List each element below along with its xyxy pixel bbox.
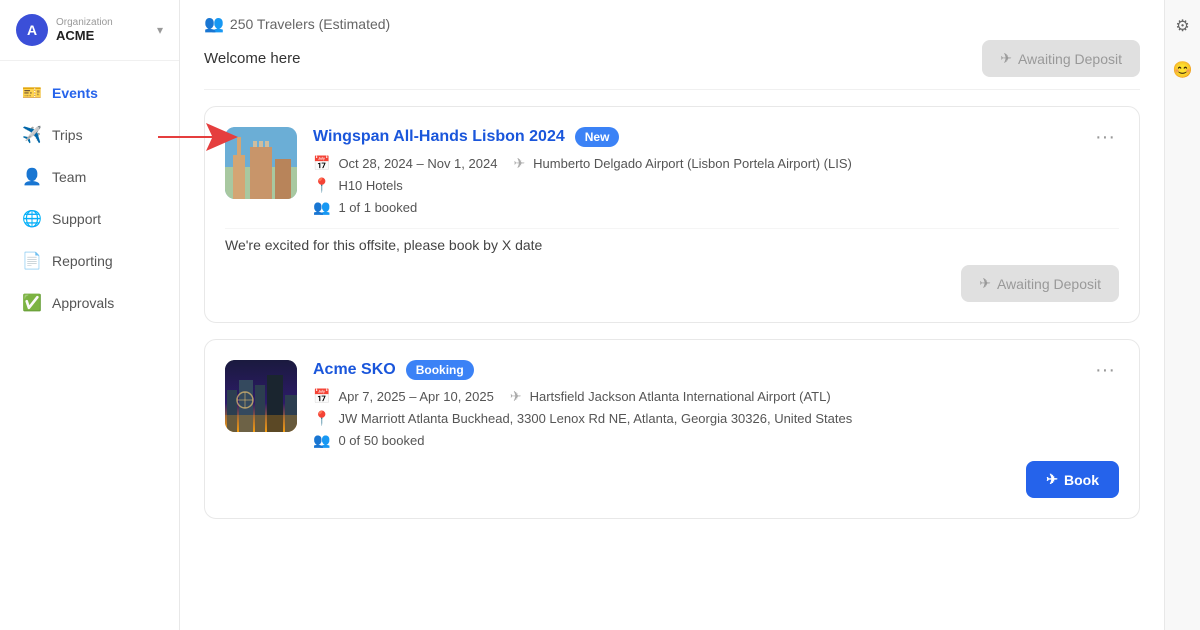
people-icon-wingspan: 👥	[313, 199, 330, 216]
org-info: Organization ACME	[56, 17, 113, 43]
trips-icon: ✈️	[22, 125, 42, 145]
event-badge-acmesko: Booking	[406, 360, 474, 380]
event-title-wingspan: Wingspan All-Hands Lisbon 2024	[313, 128, 565, 146]
right-sidebar: ⚙ 😊	[1164, 0, 1200, 630]
book-plane-icon: ✈	[1046, 471, 1058, 488]
event-meta-acmesko: 📅 Apr 7, 2025 – Apr 10, 2025 ✈ Hartsfiel…	[313, 388, 1075, 449]
location-icon-wingspan: 📍	[313, 177, 330, 194]
org-avatar: A	[16, 14, 48, 46]
calendar-icon-acmesko: 📅	[313, 388, 330, 405]
event-hotel-acmesko: JW Marriott Atlanta Buckhead, 3300 Lenox…	[338, 411, 852, 426]
sidebar-item-approvals[interactable]: ✅ Approvals	[6, 283, 173, 323]
sidebar-item-trips[interactable]: ✈️ Trips	[6, 115, 173, 155]
grid-icon[interactable]: ⚙	[1169, 12, 1197, 40]
event-details-acmesko: Acme SKO Booking 📅 Apr 7, 2025 – Apr 10,…	[313, 360, 1075, 449]
event-cta-acmesko[interactable]: ✈ Book	[1026, 461, 1119, 498]
sidebar-item-trips-label: Trips	[52, 127, 83, 143]
org-label: Organization	[56, 17, 113, 28]
chevron-down-icon: ▾	[157, 23, 163, 37]
sidebar-item-team[interactable]: 👤 Team	[6, 157, 173, 197]
plane-icon-acmesko: ✈	[510, 388, 522, 405]
more-options-button-acmesko[interactable]: ···	[1091, 360, 1119, 380]
event-badge-wingspan: New	[575, 127, 620, 147]
awaiting-deposit-button[interactable]: ✈ Awaiting Deposit	[982, 40, 1140, 77]
event-booked-wingspan: 1 of 1 booked	[338, 200, 417, 215]
sidebar-item-events-label: Events	[52, 85, 98, 101]
team-icon: 👤	[22, 167, 42, 187]
event-dates-acmesko: Apr 7, 2025 – Apr 10, 2025	[338, 389, 493, 404]
event-card-wingspan: Wingspan All-Hands Lisbon 2024 New 📅 Oct…	[204, 106, 1140, 323]
welcome-text: Welcome here	[204, 50, 300, 67]
people-icon-acmesko: 👥	[313, 432, 330, 449]
awaiting-deposit-label: Awaiting Deposit	[1018, 51, 1122, 67]
reporting-icon: 📄	[22, 251, 42, 271]
sidebar-item-support-label: Support	[52, 211, 101, 227]
event-cta-label-wingspan: Awaiting Deposit	[997, 276, 1101, 292]
sidebar-item-support[interactable]: 🌐 Support	[6, 199, 173, 239]
cta-plane-icon: ✈	[979, 275, 991, 292]
event-dates-wingspan: Oct 28, 2024 – Nov 1, 2024	[338, 156, 497, 171]
event-image-acmesko	[225, 360, 297, 432]
org-name: ACME	[56, 28, 113, 43]
event-title-acmesko: Acme SKO	[313, 361, 396, 379]
emoji-icon[interactable]: 😊	[1169, 56, 1197, 84]
sidebar: A Organization ACME ▾ 🎫 Events ✈️ Trips …	[0, 0, 180, 630]
event-meta-wingspan: 📅 Oct 28, 2024 – Nov 1, 2024 ✈ Humberto …	[313, 155, 1075, 216]
org-selector[interactable]: A Organization ACME ▾	[0, 0, 179, 61]
event-details-wingspan: Wingspan All-Hands Lisbon 2024 New 📅 Oct…	[313, 127, 1075, 216]
event-booked-acmesko: 0 of 50 booked	[338, 433, 424, 448]
event-card-acmesko: Acme SKO Booking 📅 Apr 7, 2025 – Apr 10,…	[204, 339, 1140, 519]
event-cta-wingspan[interactable]: ✈ Awaiting Deposit	[961, 265, 1119, 302]
event-airport-acmesko: Hartsfield Jackson Atlanta International…	[530, 389, 831, 404]
event-airport-wingspan: Humberto Delgado Airport (Lisbon Portela…	[533, 156, 852, 171]
sidebar-item-reporting-label: Reporting	[52, 253, 113, 269]
event-hotel-wingspan: H10 Hotels	[338, 178, 402, 193]
event-cta-label-acmesko: Book	[1064, 472, 1099, 488]
location-icon-acmesko: 📍	[313, 410, 330, 427]
travelers-icon: 👥	[204, 14, 224, 34]
arrow-indicator	[158, 122, 238, 157]
sidebar-item-approvals-label: Approvals	[52, 295, 114, 311]
plane-icon-wingspan: ✈	[513, 155, 525, 172]
travelers-count: 250 Travelers (Estimated)	[230, 16, 390, 32]
support-icon: 🌐	[22, 209, 42, 229]
event-description-wingspan: We're excited for this offsite, please b…	[225, 228, 1119, 253]
sidebar-item-reporting[interactable]: 📄 Reporting	[6, 241, 173, 281]
main-nav: 🎫 Events ✈️ Trips 👤 Team 🌐 Support 📄 Rep…	[0, 61, 179, 335]
events-icon: 🎫	[22, 83, 42, 103]
sidebar-item-events[interactable]: 🎫 Events	[6, 73, 173, 113]
sidebar-item-team-label: Team	[52, 169, 86, 185]
approvals-icon: ✅	[22, 293, 42, 313]
main-content: 👥 250 Travelers (Estimated) Welcome here…	[180, 0, 1164, 630]
more-options-button-wingspan[interactable]: ···	[1091, 127, 1119, 147]
calendar-icon: 📅	[313, 155, 330, 172]
plane-icon: ✈	[1000, 50, 1012, 67]
travelers-section: 👥 250 Travelers (Estimated)	[204, 0, 1140, 40]
